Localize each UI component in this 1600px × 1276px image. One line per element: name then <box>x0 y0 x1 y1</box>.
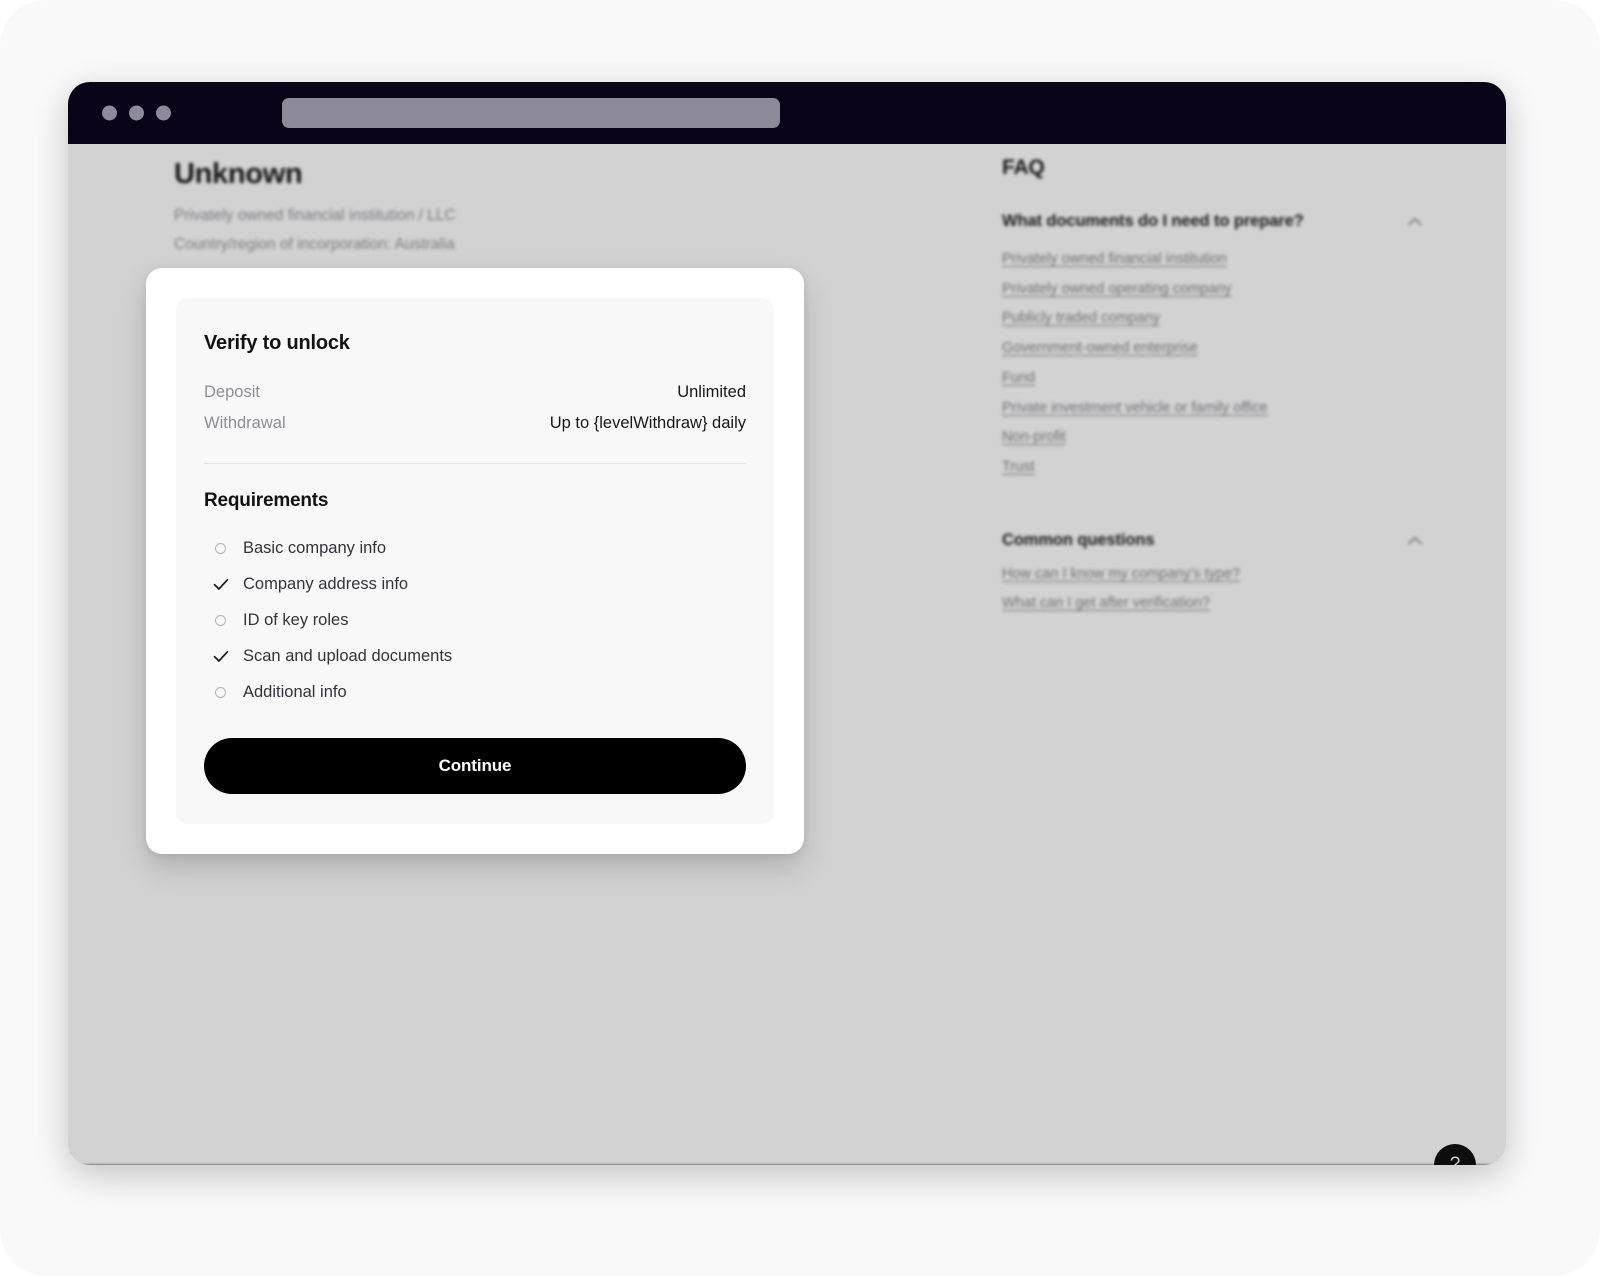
company-name: Unknown <box>174 158 303 190</box>
requirement-label: ID of key roles <box>243 610 349 629</box>
faq-group-documents: What documents do I need to prepare? Pri… <box>1002 212 1422 483</box>
faq-link[interactable]: What can I get after verification? <box>1002 589 1422 619</box>
close-window-button[interactable] <box>102 105 117 121</box>
requirement-item: Company address info <box>204 566 746 602</box>
faq-link[interactable]: Fund <box>1002 364 1422 394</box>
page-sheet: Unknown Privately owned financial instit… <box>0 0 1600 1276</box>
circle-outline-icon <box>212 612 229 629</box>
requirements-title: Requirements <box>204 490 329 511</box>
check-icon <box>212 648 229 665</box>
faq-panel: FAQ What documents do I need to prepare?… <box>1002 156 1422 619</box>
minimize-window-button[interactable] <box>129 105 144 121</box>
faq-link[interactable]: Non-profit <box>1002 423 1422 453</box>
verify-modal-inner: Verify to unlock Deposit Unlimited Withd… <box>176 298 774 824</box>
faq-link[interactable]: Trust <box>1002 453 1422 483</box>
continue-button[interactable]: Continue <box>204 738 746 794</box>
faq-group-documents-header[interactable]: What documents do I need to prepare? <box>1002 212 1422 231</box>
faq-link[interactable]: Publicly traded company <box>1002 304 1422 334</box>
question-mark-icon: ? <box>1449 1154 1461 1165</box>
limit-value: Up to {levelWithdraw} daily <box>549 414 746 432</box>
verify-modal-title: Verify to unlock <box>204 332 350 354</box>
requirement-label: Company address info <box>243 574 409 593</box>
chevron-up-icon[interactable] <box>1408 217 1422 226</box>
browser-window: Unknown Privately owned financial instit… <box>68 82 1506 1165</box>
chevron-up-icon[interactable] <box>1408 536 1422 545</box>
requirement-item: Scan and upload documents <box>204 638 746 674</box>
page-body: Unknown Privately owned financial instit… <box>68 144 1506 1165</box>
maximize-window-button[interactable] <box>156 105 171 121</box>
requirement-item: ID of key roles <box>204 602 746 638</box>
traffic-light-group <box>102 105 171 121</box>
requirement-label: Additional info <box>243 682 347 701</box>
faq-link[interactable]: Privately owned financial institution <box>1002 245 1422 275</box>
section-divider <box>204 463 746 464</box>
faq-link[interactable]: Private investment vehicle or family off… <box>1002 394 1422 424</box>
address-bar-input[interactable] <box>282 98 780 128</box>
faq-link[interactable]: Privately owned operating company <box>1002 275 1422 305</box>
faq-group-common-questions-header[interactable]: Common questions <box>1002 531 1422 550</box>
faq-title: FAQ <box>1002 156 1045 179</box>
requirement-item: Basic company info <box>204 530 746 566</box>
faq-group-documents-title: What documents do I need to prepare? <box>1002 212 1304 230</box>
company-country-line: Country/region of incorporation: Austral… <box>174 235 455 253</box>
requirement-label: Basic company info <box>243 538 387 557</box>
faq-group-common-questions-title: Common questions <box>1002 530 1155 549</box>
limit-label: Deposit <box>204 383 260 401</box>
limit-label: Withdrawal <box>204 414 286 432</box>
browser-titlebar <box>68 82 1506 144</box>
check-icon <box>212 576 229 593</box>
limit-value: Unlimited <box>677 383 746 401</box>
requirement-item: Additional info <box>204 674 746 710</box>
verify-modal: Verify to unlock Deposit Unlimited Withd… <box>146 268 804 854</box>
requirement-label: Scan and upload documents <box>243 646 453 665</box>
circle-outline-icon <box>212 540 229 557</box>
company-header: Unknown Privately owned financial instit… <box>174 156 874 260</box>
circle-outline-icon <box>212 684 229 701</box>
company-type-line: Privately owned financial institution / … <box>174 207 456 225</box>
limit-row-withdrawal: Withdrawal Up to {levelWithdraw} daily <box>204 408 746 439</box>
faq-link[interactable]: Government-owned enterprise <box>1002 334 1422 364</box>
faq-group-common-questions: Common questions How can I know my compa… <box>1002 531 1422 619</box>
limit-row-deposit: Deposit Unlimited <box>204 377 746 408</box>
faq-link[interactable]: How can I know my company's type? <box>1002 560 1422 590</box>
